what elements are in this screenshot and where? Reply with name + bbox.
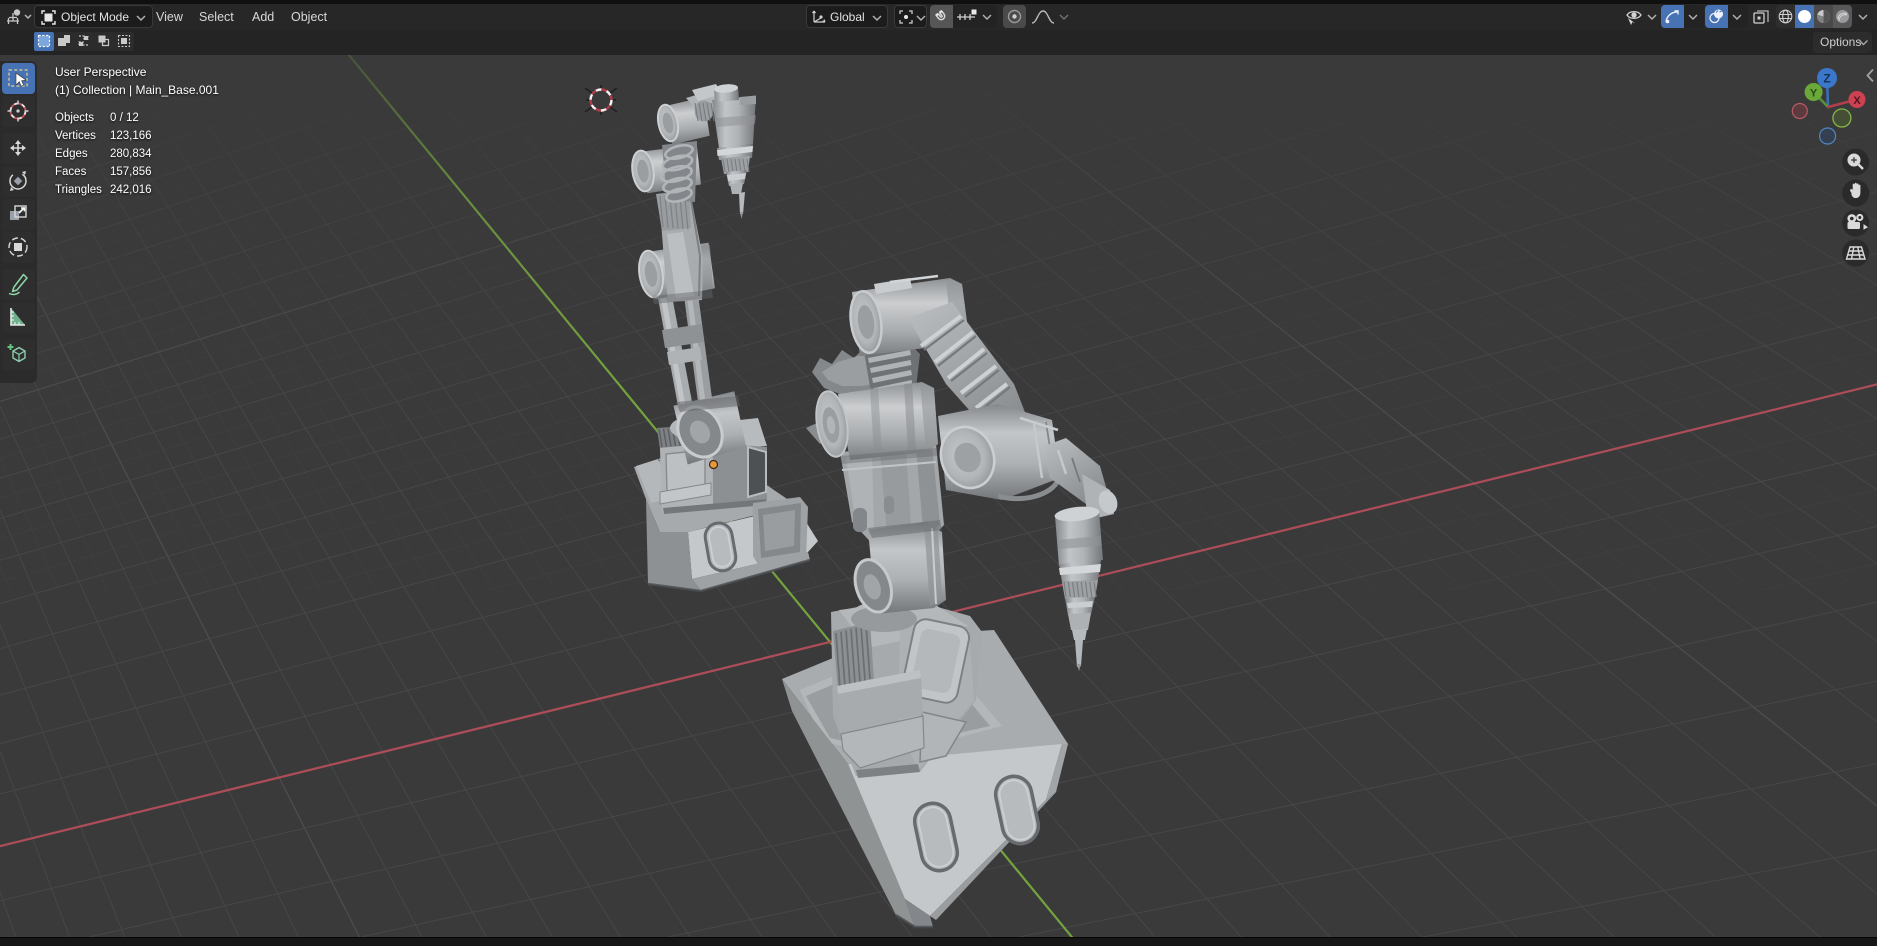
svg-text:Z: Z bbox=[1823, 72, 1830, 86]
svg-text:Y: Y bbox=[1810, 88, 1818, 100]
svg-text:X: X bbox=[1853, 95, 1861, 107]
